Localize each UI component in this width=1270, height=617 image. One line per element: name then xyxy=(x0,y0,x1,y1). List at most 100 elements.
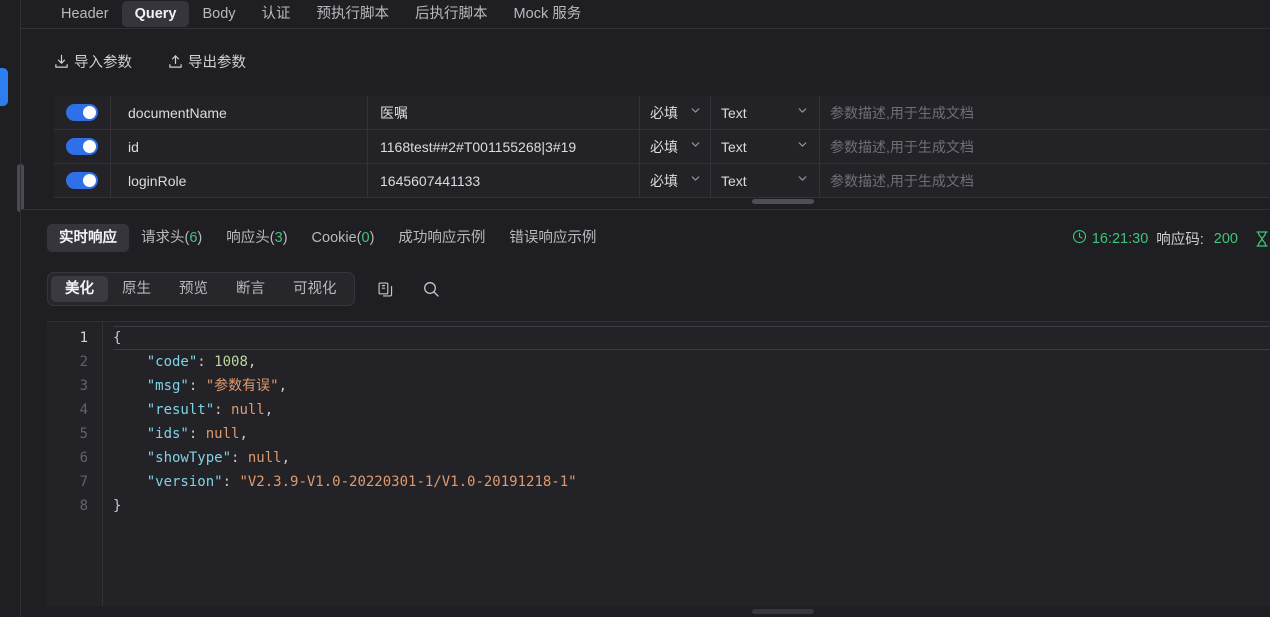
viewer-tab-3[interactable]: 断言 xyxy=(222,276,279,302)
viewer-tab-2[interactable]: 预览 xyxy=(165,276,222,302)
param-enable-toggle[interactable] xyxy=(66,138,98,155)
param-value-cell[interactable]: 医嘱 xyxy=(368,96,640,129)
param-name-value: documentName xyxy=(128,104,227,121)
code-line: "version": "V2.3.9-V1.0-20220301-1/V1.0-… xyxy=(146,474,577,490)
param-type-select[interactable]: Text xyxy=(711,164,820,197)
response-tab-label: 响应头( xyxy=(226,229,275,246)
line-number: 1 xyxy=(79,330,88,346)
chevron-down-icon xyxy=(689,138,702,156)
chevron-down-icon xyxy=(689,172,702,190)
clock-icon xyxy=(1072,229,1087,248)
viewer-tab-0[interactable]: 美化 xyxy=(51,276,108,302)
param-name-value: id xyxy=(128,138,139,155)
request-tab-4[interactable]: 预执行脚本 xyxy=(304,1,403,27)
response-tab-label: 请求头( xyxy=(141,229,190,246)
chevron-down-icon xyxy=(689,104,702,122)
param-name-cell[interactable]: id xyxy=(111,130,368,163)
param-desc-cell[interactable]: 参数描述,用于生成文档 xyxy=(820,130,1270,163)
response-code-value: 200 xyxy=(1213,230,1238,247)
line-number: 7 xyxy=(79,474,88,490)
import-params-label: 导入参数 xyxy=(74,54,132,71)
response-tab-label: Cookie( xyxy=(311,229,362,246)
request-tab-3[interactable]: 认证 xyxy=(249,1,304,27)
response-tab-5[interactable]: 错误响应示例 xyxy=(497,224,608,252)
param-value-cell[interactable]: 1645607441133 xyxy=(368,164,640,197)
code-line-numbers: 1 2 3 4 5 6 7 8 xyxy=(47,322,103,606)
response-tab-1[interactable]: 请求头(6) xyxy=(129,224,214,252)
response-tab-label-end: ) xyxy=(369,229,375,246)
line-number: 4 xyxy=(79,402,88,418)
param-name-cell[interactable]: documentName xyxy=(111,96,368,129)
response-bottom-scrollbar[interactable] xyxy=(752,609,814,614)
param-required-select[interactable]: 必填 xyxy=(640,130,711,163)
export-params-label: 导出参数 xyxy=(188,54,246,71)
search-icon[interactable] xyxy=(422,280,440,298)
code-line: "result": null, xyxy=(146,402,274,418)
main-content: Header Query Body 认证 预执行脚本 后执行脚本 Mock 服务 导入参数 xyxy=(21,0,1270,617)
response-tab-2[interactable]: 响应头(3) xyxy=(214,224,299,252)
export-params-button[interactable]: 导出参数 xyxy=(168,51,246,72)
copy-icon[interactable] xyxy=(377,281,394,298)
param-enable-cell xyxy=(54,164,111,197)
param-required-value: 必填 xyxy=(650,138,678,155)
line-number: 5 xyxy=(79,426,88,442)
table-row: documentName 医嘱 必填 Text 参数描述,用于生成文档 xyxy=(54,96,1270,130)
param-name-value: loginRole xyxy=(128,172,187,189)
param-desc-cell[interactable]: 参数描述,用于生成文档 xyxy=(820,96,1270,129)
param-toolbar: 导入参数 导出参数 xyxy=(21,30,1270,92)
response-tab-3[interactable]: Cookie(0) xyxy=(300,224,387,252)
code-body[interactable]: { "code": 1008, "msg": "参数有误", "result":… xyxy=(103,322,1270,606)
response-tab-0[interactable]: 实时响应 xyxy=(47,223,129,252)
code-line: } xyxy=(113,498,122,514)
code-line: "msg": "参数有误", xyxy=(146,378,288,394)
code-line: "code": 1008, xyxy=(146,354,257,370)
response-tab-label-end: ) xyxy=(282,229,288,246)
param-required-value: 必填 xyxy=(650,172,678,189)
line-number: 6 xyxy=(79,450,88,466)
request-tab-1[interactable]: Query xyxy=(121,1,190,27)
line-number: 3 xyxy=(79,378,88,394)
code-line: { xyxy=(113,326,1270,350)
param-required-select[interactable]: 必填 xyxy=(640,164,711,197)
param-enable-cell xyxy=(54,96,111,129)
viewer-tab-4[interactable]: 可视化 xyxy=(279,276,351,302)
param-table-hscrollbar[interactable] xyxy=(752,199,814,204)
param-desc-placeholder: 参数描述,用于生成文档 xyxy=(830,172,974,189)
param-desc-cell[interactable]: 参数描述,用于生成文档 xyxy=(820,164,1270,197)
export-icon xyxy=(168,54,183,69)
param-value-text: 医嘱 xyxy=(380,104,408,121)
response-tab-4[interactable]: 成功响应示例 xyxy=(386,224,497,252)
table-row: id 1168test##2#T001155268|3#19 必填 Text 参数描述,… xyxy=(54,129,1270,164)
param-enable-toggle[interactable] xyxy=(66,172,98,189)
line-number: 2 xyxy=(79,354,88,370)
request-tab-5[interactable]: 后执行脚本 xyxy=(402,1,501,27)
param-type-select[interactable]: Text xyxy=(711,130,820,163)
param-type-select[interactable]: Text xyxy=(711,96,820,129)
sidebar-collapse-handle[interactable] xyxy=(0,68,8,106)
request-tab-0[interactable]: Header xyxy=(48,1,122,27)
request-tab-6[interactable]: Mock 服务 xyxy=(501,1,595,27)
code-line: "ids": null, xyxy=(146,426,248,442)
param-type-value: Text xyxy=(721,104,747,121)
response-code-viewer[interactable]: 1 2 3 4 5 6 7 8 { "code": 1008, "msg": "参数有误", … xyxy=(47,321,1270,606)
param-name-cell[interactable]: loginRole xyxy=(111,164,368,197)
param-value-cell[interactable]: 1168test##2#T001155268|3#19 xyxy=(368,130,640,163)
param-desc-placeholder: 参数描述,用于生成文档 xyxy=(830,138,974,155)
param-enable-toggle[interactable] xyxy=(66,104,98,121)
import-icon xyxy=(54,54,69,69)
param-desc-placeholder: 参数描述,用于生成文档 xyxy=(830,104,974,121)
param-enable-cell xyxy=(54,130,111,163)
response-viewer-toolbar: 美化 原生 预览 断言 可视化 xyxy=(47,272,440,306)
param-type-value: Text xyxy=(721,138,747,155)
param-required-select[interactable]: 必填 xyxy=(640,96,711,129)
line-number: 8 xyxy=(79,498,88,514)
request-tab-2[interactable]: Body xyxy=(189,1,248,27)
viewer-tab-group: 美化 原生 预览 断言 可视化 xyxy=(47,272,355,306)
response-code-label: 响应码: xyxy=(1156,232,1204,248)
import-params-button[interactable]: 导入参数 xyxy=(54,51,132,72)
viewer-tab-1[interactable]: 原生 xyxy=(108,276,165,302)
request-tab-bar: Header Query Body 认证 预执行脚本 后执行脚本 Mock 服务 xyxy=(21,0,1270,29)
code-line: "showType": null, xyxy=(146,450,291,466)
response-time: 16:21:30 xyxy=(1072,229,1148,248)
response-tab-count: 0 xyxy=(361,229,370,246)
